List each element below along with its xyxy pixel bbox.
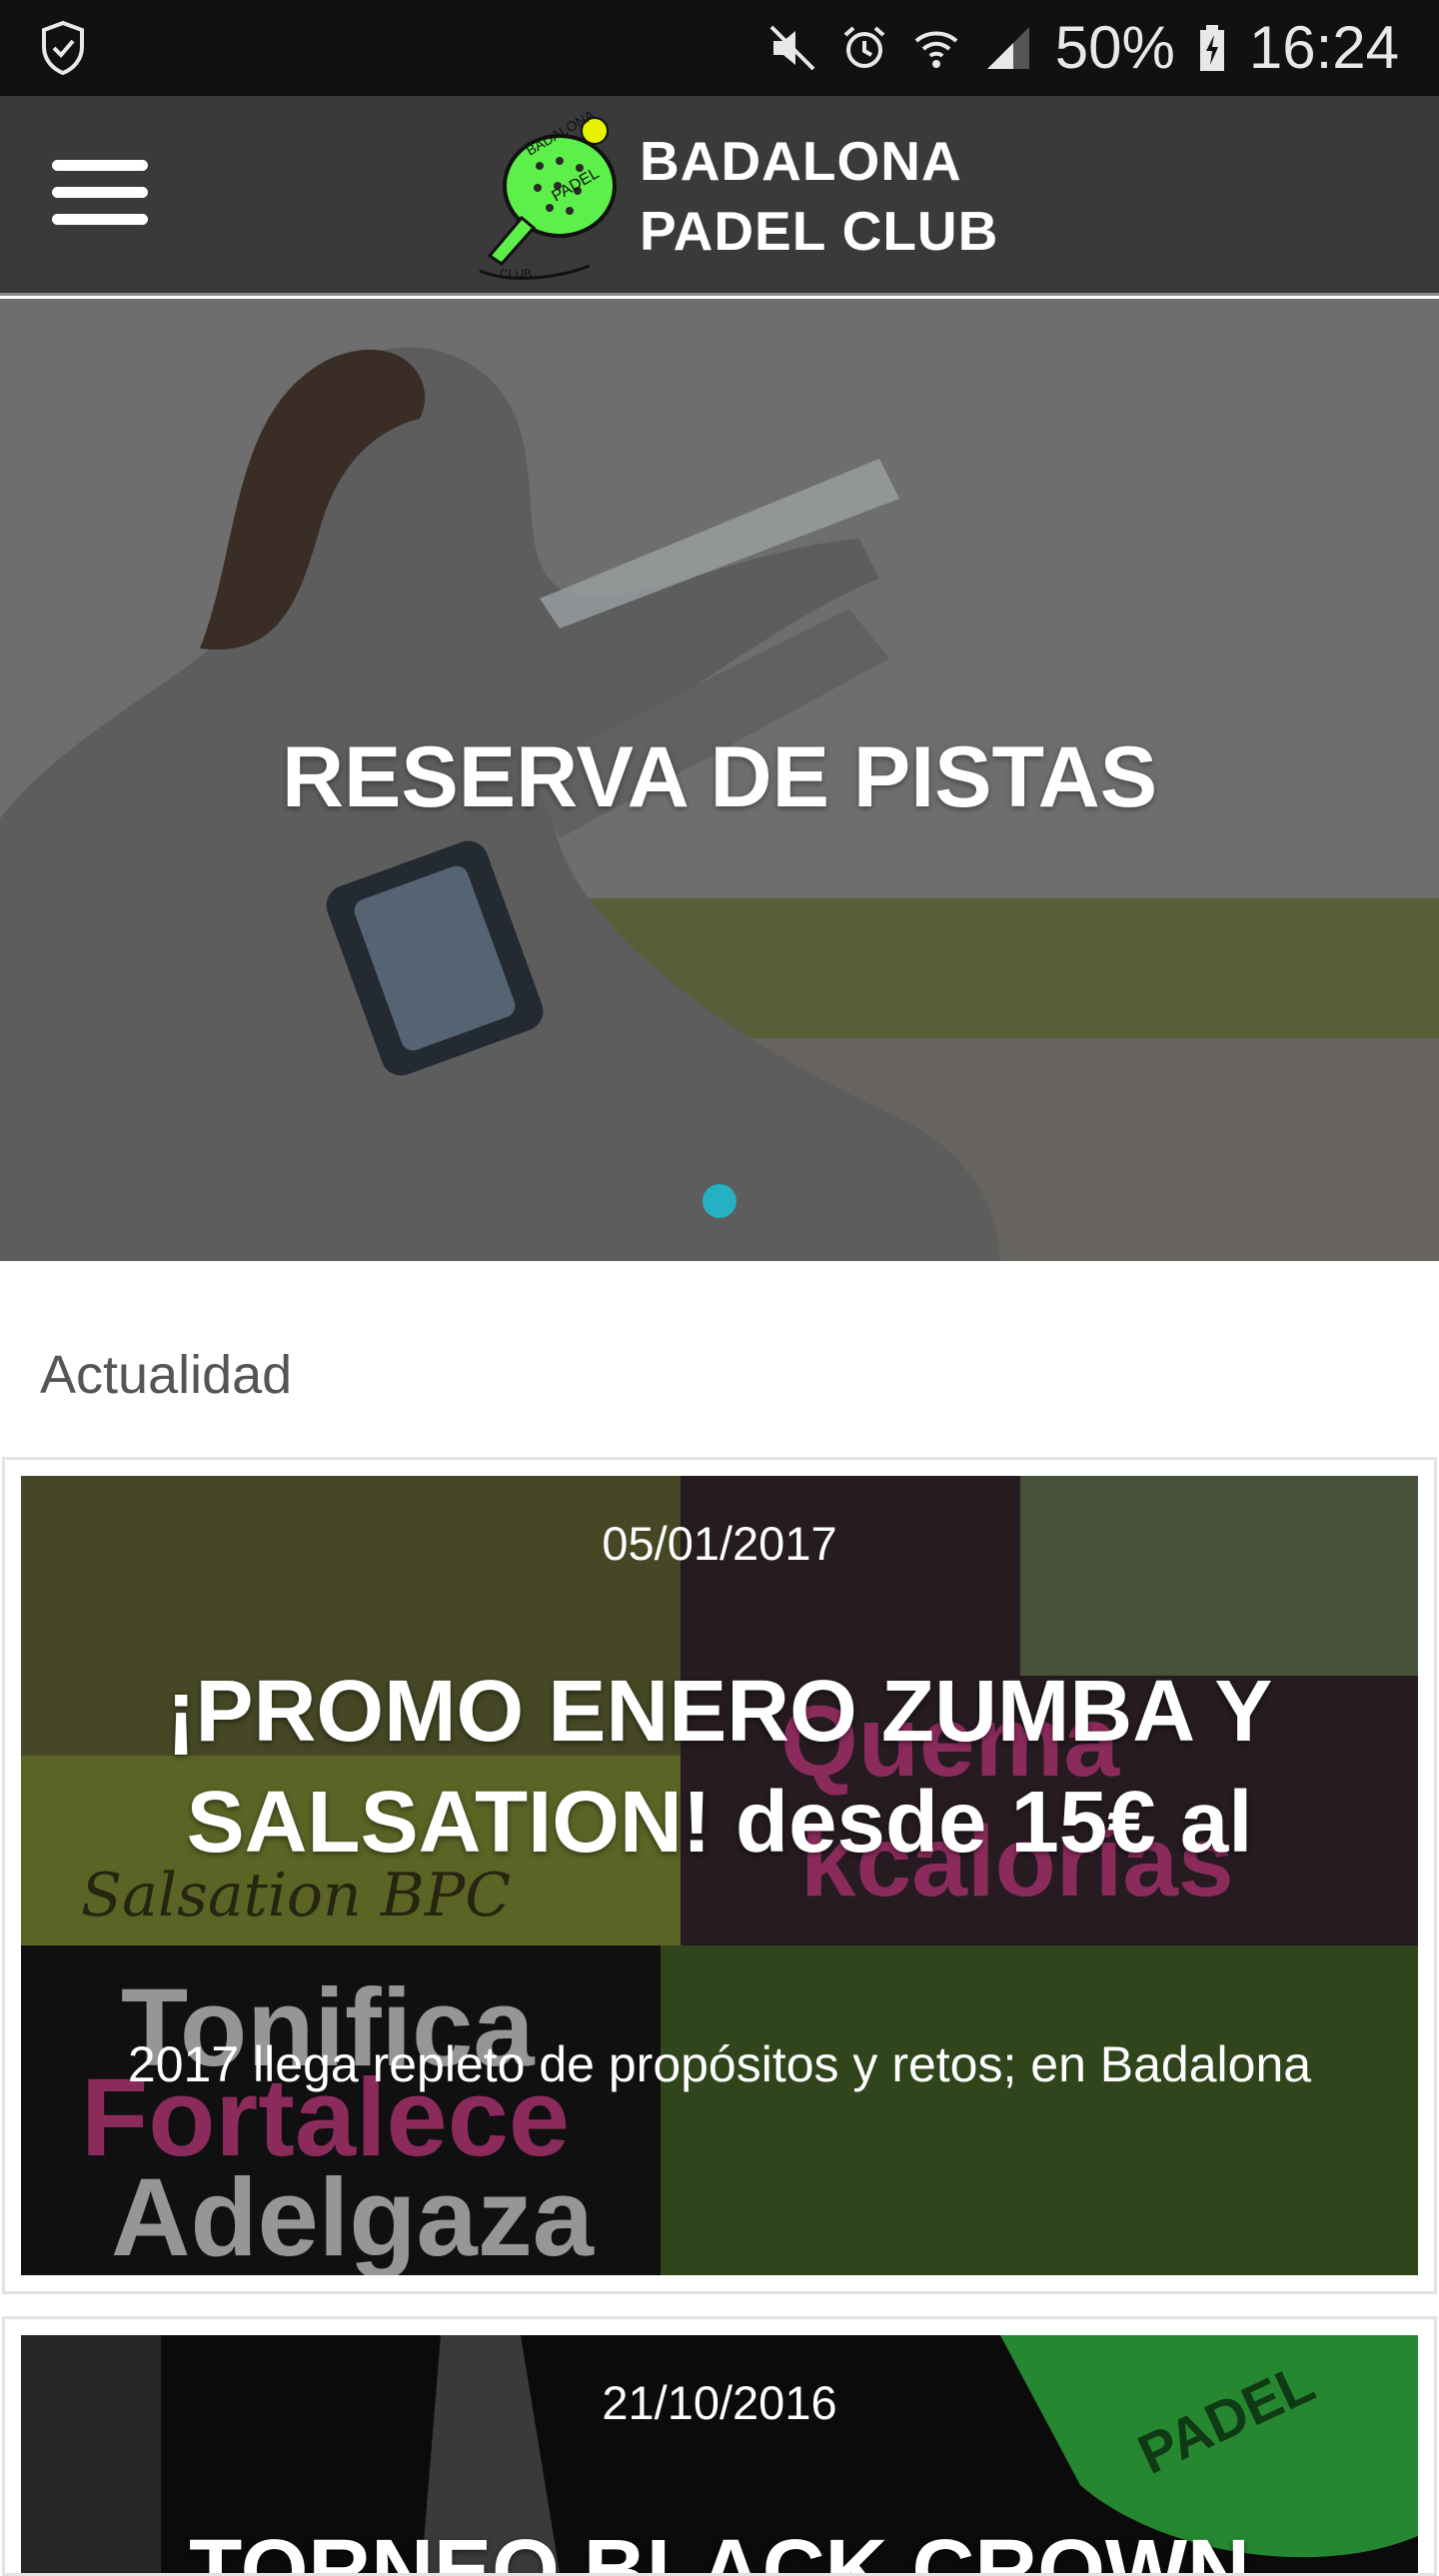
mute-icon xyxy=(769,25,815,71)
logo-mark-text-club: CLUB xyxy=(500,267,532,281)
news-headline: TORNEO BLACK CROWN xyxy=(21,2515,1418,2573)
signal-icon xyxy=(986,27,1029,69)
clock: 16:24 xyxy=(1248,14,1399,81)
carousel-indicator-active[interactable] xyxy=(703,1184,736,1218)
club-logo[interactable]: BADALONA PADEL CLUB BADALONA PADEL CLUB xyxy=(460,106,999,286)
news-card[interactable]: PADEL 21/10/2016 TORNEO BLACK CROWN xyxy=(2,2316,1437,2576)
news-excerpt: 2017 llega repleto de propósitos y retos… xyxy=(127,2036,1312,2092)
news-headline: ¡PROMO ENERO ZUMBA Y SALSATION! desde 15… xyxy=(21,1656,1418,1878)
battery-percent: 50% xyxy=(1054,14,1175,81)
logo-text: BADALONA PADEL CLUB xyxy=(640,126,998,266)
logo-line-1: BADALONA xyxy=(640,130,962,192)
news-date: 05/01/2017 xyxy=(602,1517,837,1570)
alarm-icon xyxy=(843,26,885,68)
news-card-image: PADEL 21/10/2016 TORNEO BLACK CROWN xyxy=(21,2335,1418,2573)
news-card-image: Salsation BPC Quema kcalorías Tonifica F… xyxy=(21,1476,1418,2275)
news-card[interactable]: Salsation BPC Quema kcalorías Tonifica F… xyxy=(2,1457,1437,2294)
news-headline-line-1: ¡PROMO ENERO ZUMBA Y xyxy=(166,1663,1273,1760)
wifi-icon xyxy=(914,31,958,68)
padel-racket-logo-icon: BADALONA PADEL CLUB xyxy=(479,106,617,281)
logo-line-2: PADEL CLUB xyxy=(640,200,999,262)
battery-icon xyxy=(1199,25,1224,71)
news-headline-line-2: SALSATION! desde 15€ al xyxy=(186,1774,1253,1871)
news-headline-line-1: TORNEO BLACK CROWN xyxy=(189,2522,1250,2573)
hero-banner[interactable]: RESERVA DE PISTAS xyxy=(0,299,1439,1261)
hamburger-menu-icon[interactable] xyxy=(52,160,148,232)
section-title: Actualidad xyxy=(40,1345,293,1405)
shield-icon xyxy=(42,20,84,76)
news-date: 21/10/2016 xyxy=(602,2376,837,2429)
hero-title: RESERVA DE PISTAS xyxy=(281,729,1158,825)
app-bar: BADALONA PADEL CLUB BADALONA PADEL CLUB xyxy=(0,96,1439,296)
status-bar: 50% 16:24 xyxy=(0,0,1439,96)
